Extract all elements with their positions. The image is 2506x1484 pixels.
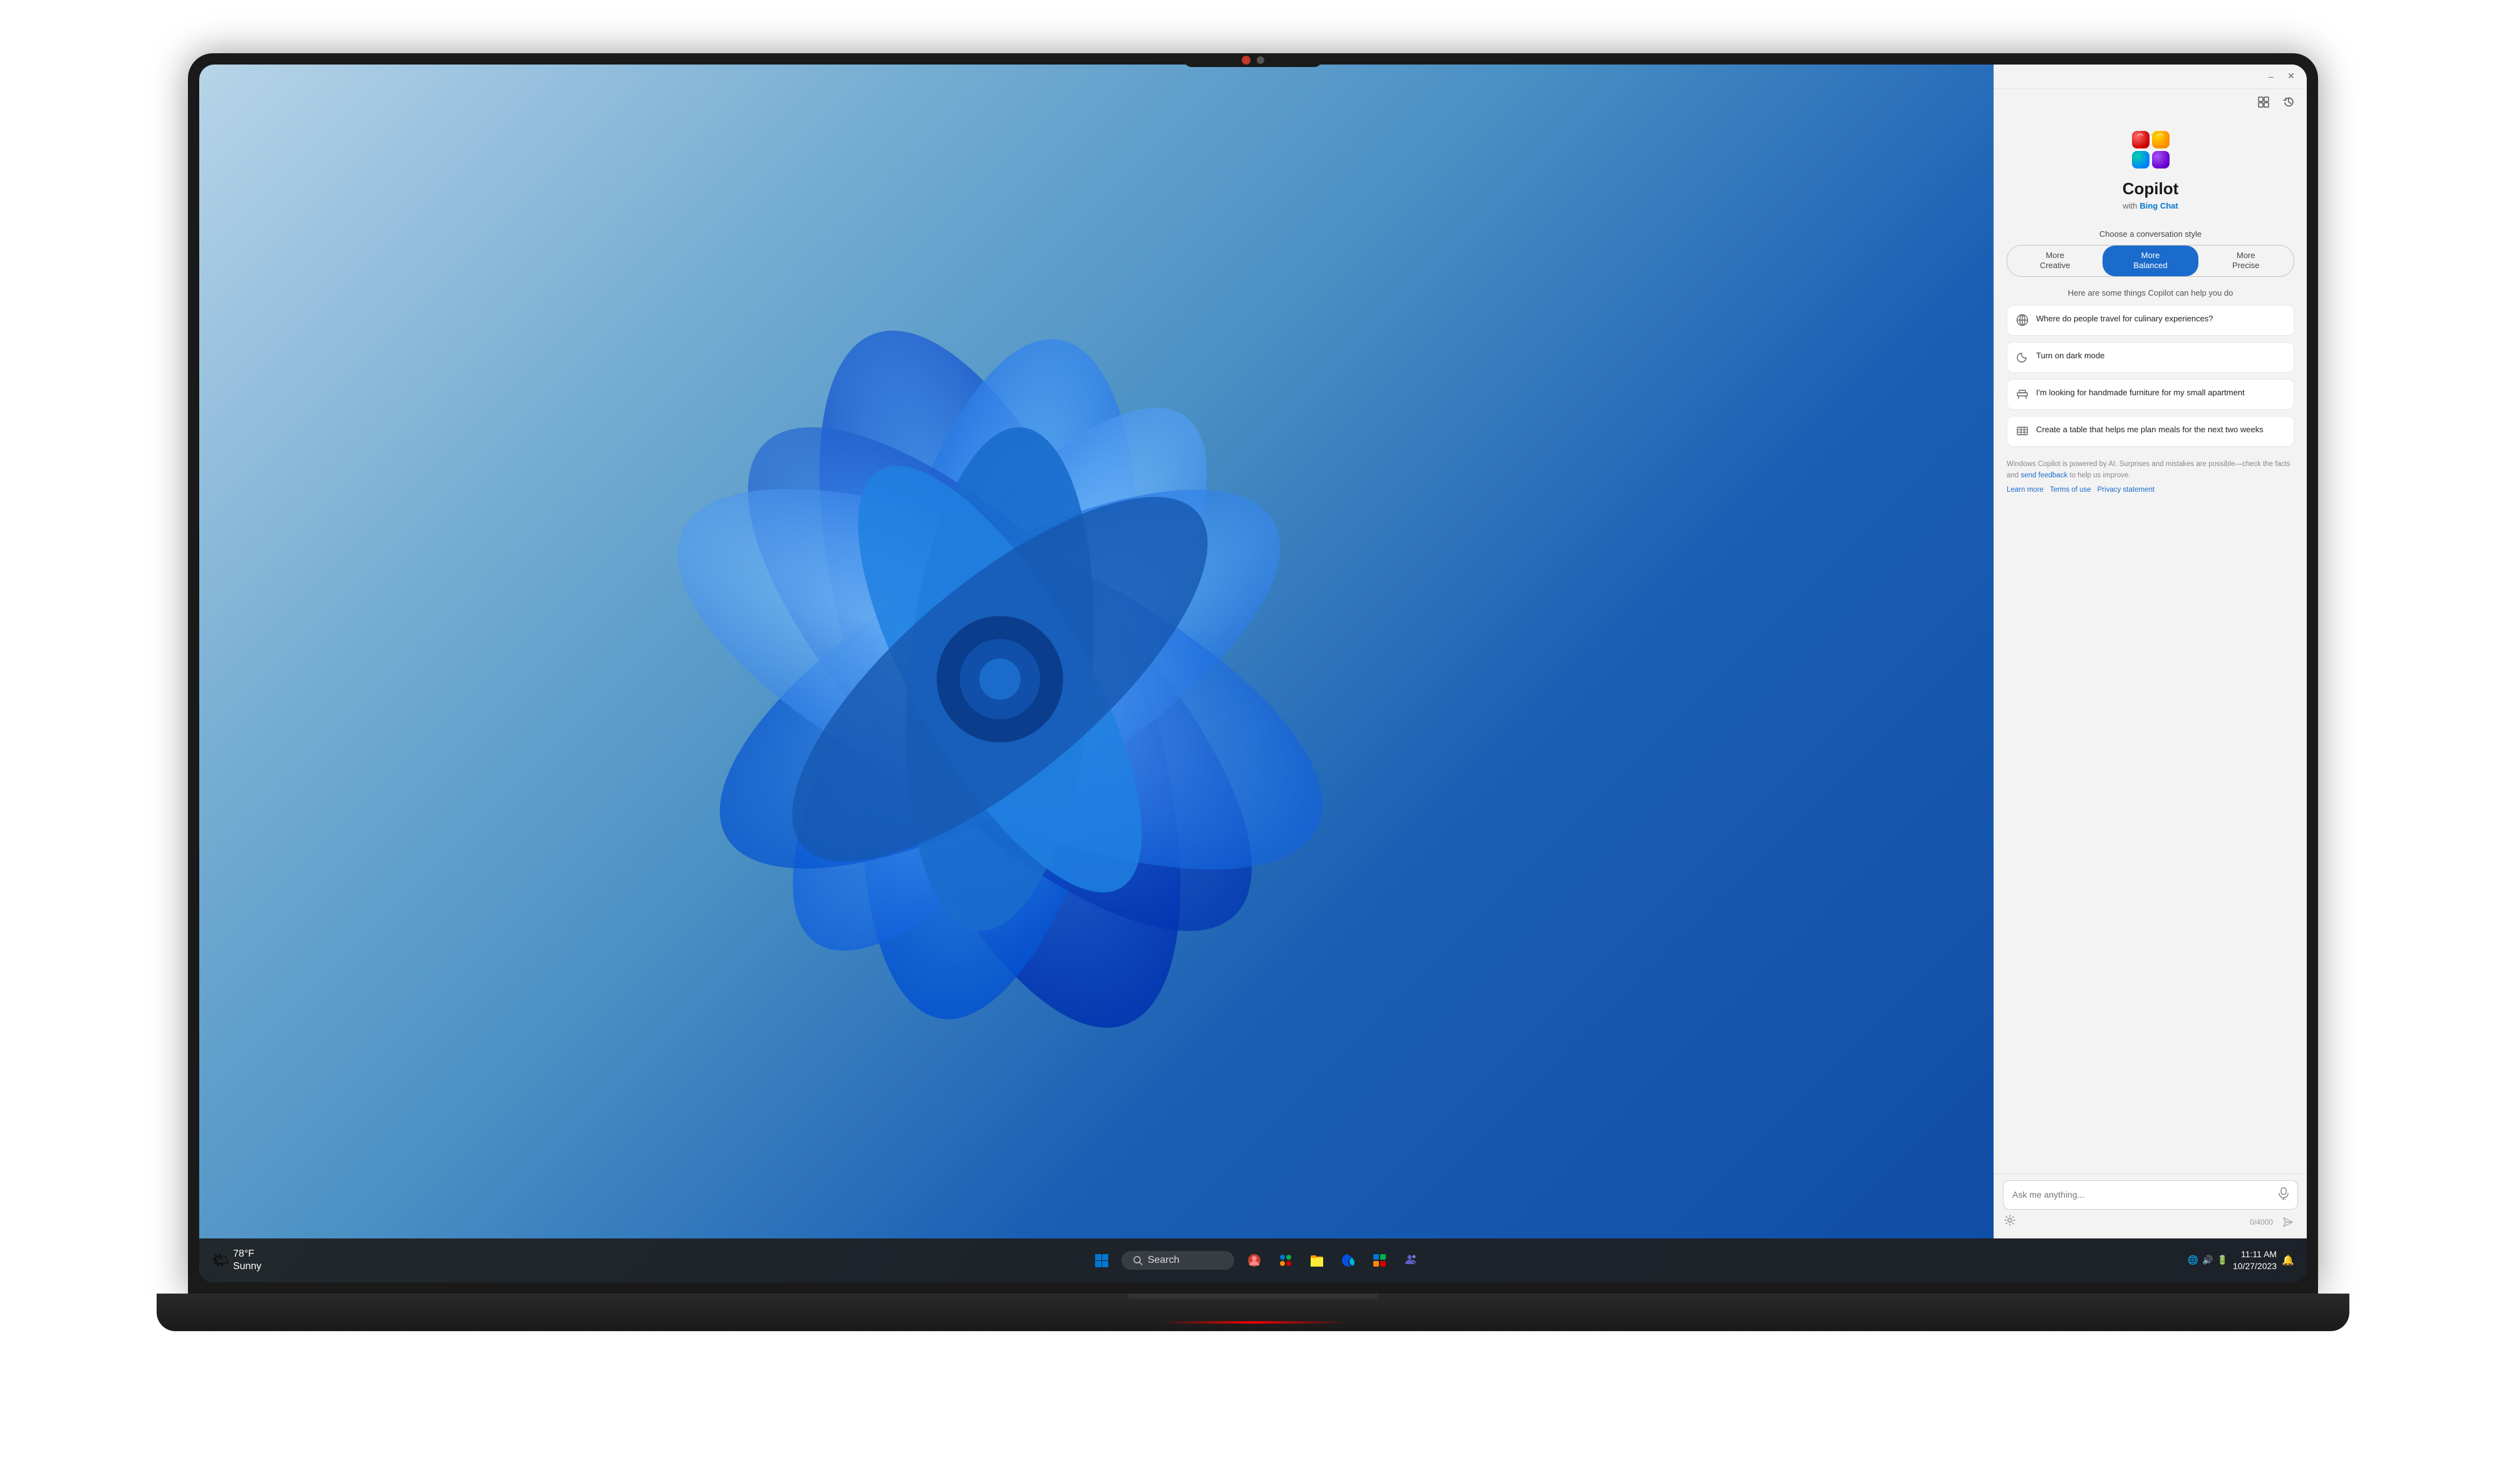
grid-icon-button[interactable] [2254, 93, 2273, 112]
style-buttons: More Creative More Balanced More Precise [2007, 245, 2294, 278]
mic-icon[interactable] [2279, 1187, 2289, 1203]
chat-input[interactable] [2012, 1190, 2274, 1200]
input-footer: 0/4000 [2003, 1210, 2298, 1232]
weather-condition: Sunny [233, 1260, 261, 1272]
camera-bar [1184, 53, 1322, 67]
style-creative-button[interactable]: More Creative [2007, 246, 2103, 277]
battery-icon[interactable]: 🔋 [2217, 1255, 2228, 1265]
suggestion-item-4[interactable]: Create a table that helps me plan meals … [2007, 416, 2294, 447]
suggestion-item-2[interactable]: Turn on dark mode [2007, 342, 2294, 373]
calendar-date: 10/27/2023 [2233, 1260, 2277, 1272]
wallpaper-flower [655, 235, 1344, 1112]
temperature: 78°F [233, 1248, 261, 1260]
panel-content: Copilot with Bing Chat Choose a conversa… [1994, 115, 2307, 1173]
laptop-hinge [1128, 1294, 1378, 1299]
suggestion-text-1: Where do people travel for culinary expe… [2036, 313, 2213, 324]
camera-red-dot [1242, 56, 1250, 65]
windows-start-button[interactable] [1090, 1249, 1113, 1272]
disclaimer-links: Learn more Terms of use Privacy statemen… [2007, 485, 2294, 496]
copilot-header: Copilot with Bing Chat [2007, 115, 2294, 221]
suggestion-text-2: Turn on dark mode [2036, 350, 2104, 361]
taskbar: 🌤 78°F Sunny [199, 1238, 2307, 1282]
screen-lid: – ✕ [188, 53, 2318, 1294]
panel-disclaimer: Windows Copilot is powered by AI. Surpri… [2007, 453, 2294, 502]
panel-titlebar: – ✕ [1994, 65, 2307, 89]
send-button[interactable] [2279, 1213, 2297, 1231]
copilot-title: Copilot [2123, 179, 2179, 199]
terms-link[interactable]: Terms of use [2050, 485, 2091, 496]
copilot-logo [2129, 128, 2173, 172]
edge-browser-button[interactable] [1337, 1249, 1360, 1272]
input-counter: 0/4000 [2250, 1218, 2273, 1227]
learn-more-link[interactable]: Learn more [2007, 485, 2044, 496]
laptop: – ✕ [125, 53, 2381, 1431]
search-placeholder: Search [1148, 1255, 1180, 1266]
suggestion-item-3[interactable]: I'm looking for handmade furniture for m… [2007, 379, 2294, 410]
notification-icon[interactable]: 🔔 [2282, 1254, 2294, 1267]
clock-time: 11:11 AM [2233, 1248, 2277, 1260]
volume-icon[interactable]: 🔊 [2202, 1255, 2213, 1265]
suggestion-text-3: I'm looking for handmade furniture for m… [2036, 387, 2245, 398]
send-feedback-link[interactable]: send feedback [2020, 472, 2067, 479]
taskbar-weather[interactable]: 🌤 78°F Sunny [212, 1248, 325, 1272]
widgets-button[interactable] [1274, 1249, 1297, 1272]
weather-icon: 🌤 [212, 1252, 229, 1269]
camera-gray-dot [1257, 56, 1264, 64]
copilot-subtitle: with Bing Chat [2123, 201, 2178, 210]
panel-toolbar [1994, 89, 2307, 115]
style-precise-button[interactable]: More Precise [2198, 246, 2294, 277]
taskbar-center: Search [325, 1249, 2188, 1272]
minimize-button[interactable]: – [2264, 70, 2278, 83]
globe-icon [2016, 314, 2030, 328]
file-explorer-button[interactable] [1306, 1249, 1328, 1272]
privacy-link[interactable]: Privacy statement [2098, 485, 2155, 496]
screen-bezel: – ✕ [199, 65, 2307, 1282]
taskbar-right: 🌐 🔊 🔋 11:11 AM 10/27/2023 🔔 [2188, 1248, 2294, 1271]
store-button[interactable] [1368, 1249, 1391, 1272]
furniture-icon [2016, 388, 2030, 402]
suggestion-text-4: Create a table that helps me plan meals … [2036, 424, 2264, 435]
conversation-style-label: Choose a conversation style [2007, 229, 2294, 239]
teams-button[interactable] [1400, 1249, 1422, 1272]
moon-icon [2016, 351, 2030, 365]
close-button[interactable]: ✕ [2284, 70, 2298, 83]
laptop-base [157, 1294, 2349, 1331]
panel-input-area: 0/4000 [1994, 1173, 2307, 1238]
copilot-panel: – ✕ [1994, 65, 2307, 1238]
history-icon-button[interactable] [2279, 93, 2298, 112]
taskbar-time-date[interactable]: 11:11 AM 10/27/2023 [2233, 1248, 2277, 1271]
suggestions-heading: Here are some things Copilot can help yo… [2007, 288, 2294, 298]
profile-icon-button[interactable] [1243, 1249, 1266, 1272]
system-tray: 🌐 🔊 🔋 [2188, 1255, 2228, 1265]
input-footer-left [2004, 1215, 2015, 1229]
table-icon [2016, 425, 2030, 438]
network-icon[interactable]: 🌐 [2188, 1255, 2198, 1265]
tools-icon[interactable] [2004, 1215, 2015, 1229]
taskbar-search[interactable]: Search [1121, 1251, 1234, 1270]
suggestion-item-1[interactable]: Where do people travel for culinary expe… [2007, 305, 2294, 336]
bing-label: Bing Chat [2139, 201, 2178, 210]
input-box [2003, 1180, 2298, 1210]
desktop: – ✕ [199, 65, 2307, 1282]
red-accent-line [1159, 1321, 1347, 1324]
style-balanced-button[interactable]: More Balanced [2103, 246, 2198, 277]
